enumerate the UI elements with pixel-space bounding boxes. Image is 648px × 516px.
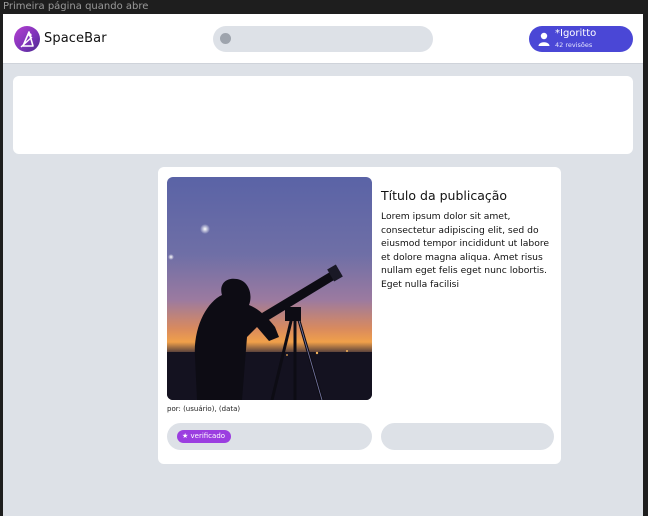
banner-placeholder — [13, 76, 633, 154]
frame-label: Primeira página quando abre — [3, 1, 149, 12]
post-image[interactable] — [167, 177, 372, 400]
search-icon — [220, 33, 231, 44]
post-card[interactable]: por: (usuário), (data) Título da publica… — [158, 167, 561, 464]
user-review-count: 42 revisões — [555, 41, 593, 49]
page-frame: SpaceBar *Igoritto 42 revisões por: (usu… — [3, 14, 643, 516]
top-navbar: SpaceBar *Igoritto 42 revisões — [3, 14, 643, 64]
author-date-line: por: (usuário), (data) — [167, 405, 241, 413]
user-icon — [538, 32, 550, 46]
search-bar[interactable] — [213, 26, 433, 54]
rocket-logo-icon[interactable] — [14, 26, 40, 52]
brand-name[interactable]: SpaceBar — [44, 31, 107, 46]
stargazer-with-telescope-photo — [167, 177, 372, 400]
post-tags-bar: ★ verificado — [167, 423, 372, 450]
user-profile-button[interactable]: *Igoritto 42 revisões — [529, 26, 633, 52]
user-name: *Igoritto — [555, 28, 597, 39]
search-input[interactable] — [237, 26, 431, 54]
post-title[interactable]: Título da publicação — [381, 188, 507, 203]
post-body: Lorem ipsum dolor sit amet, consectetur … — [381, 211, 550, 290]
verified-badge[interactable]: ★ verificado — [177, 430, 232, 443]
post-action-bar[interactable] — [381, 423, 554, 450]
